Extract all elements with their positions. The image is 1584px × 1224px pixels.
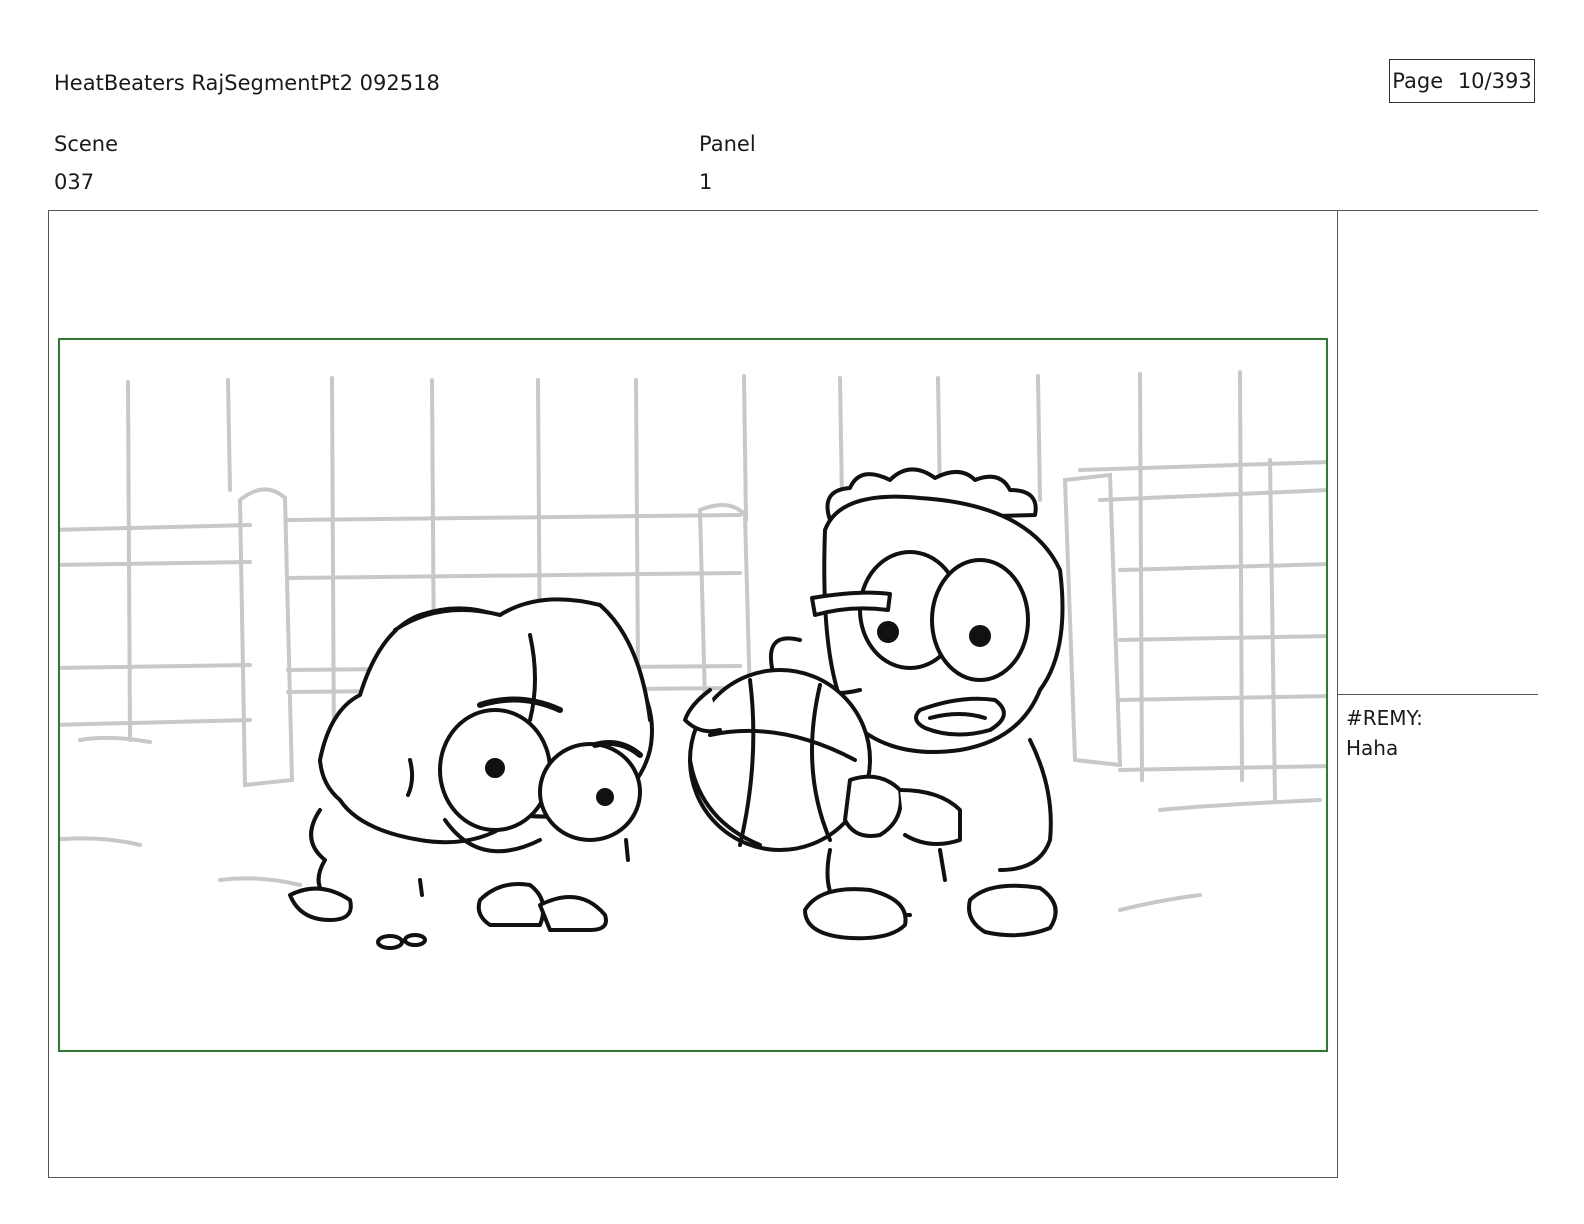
- scene-label: Scene: [54, 132, 119, 156]
- fence-background: [60, 370, 1326, 912]
- notes-dialogue-divider: [1338, 694, 1538, 695]
- storyboard-sketch: [60, 370, 1326, 950]
- character-left: [288, 597, 654, 950]
- scene-number: 037: [54, 170, 95, 194]
- character-right: [683, 467, 1065, 941]
- page-indicator: Page 10/393: [1389, 59, 1535, 103]
- page-number: 10/393: [1457, 69, 1532, 93]
- page-label: Page: [1392, 69, 1444, 93]
- panel-number: 1: [699, 170, 713, 194]
- panel-label: Panel: [699, 132, 756, 156]
- project-title: HeatBeaters RajSegmentPt2 092518: [54, 71, 440, 95]
- dialogue-line: Haha: [1346, 736, 1399, 760]
- dialogue-speaker: #REMY:: [1346, 706, 1423, 730]
- camera-safe-area: [58, 338, 1328, 1052]
- notes-top-divider: [1338, 210, 1538, 211]
